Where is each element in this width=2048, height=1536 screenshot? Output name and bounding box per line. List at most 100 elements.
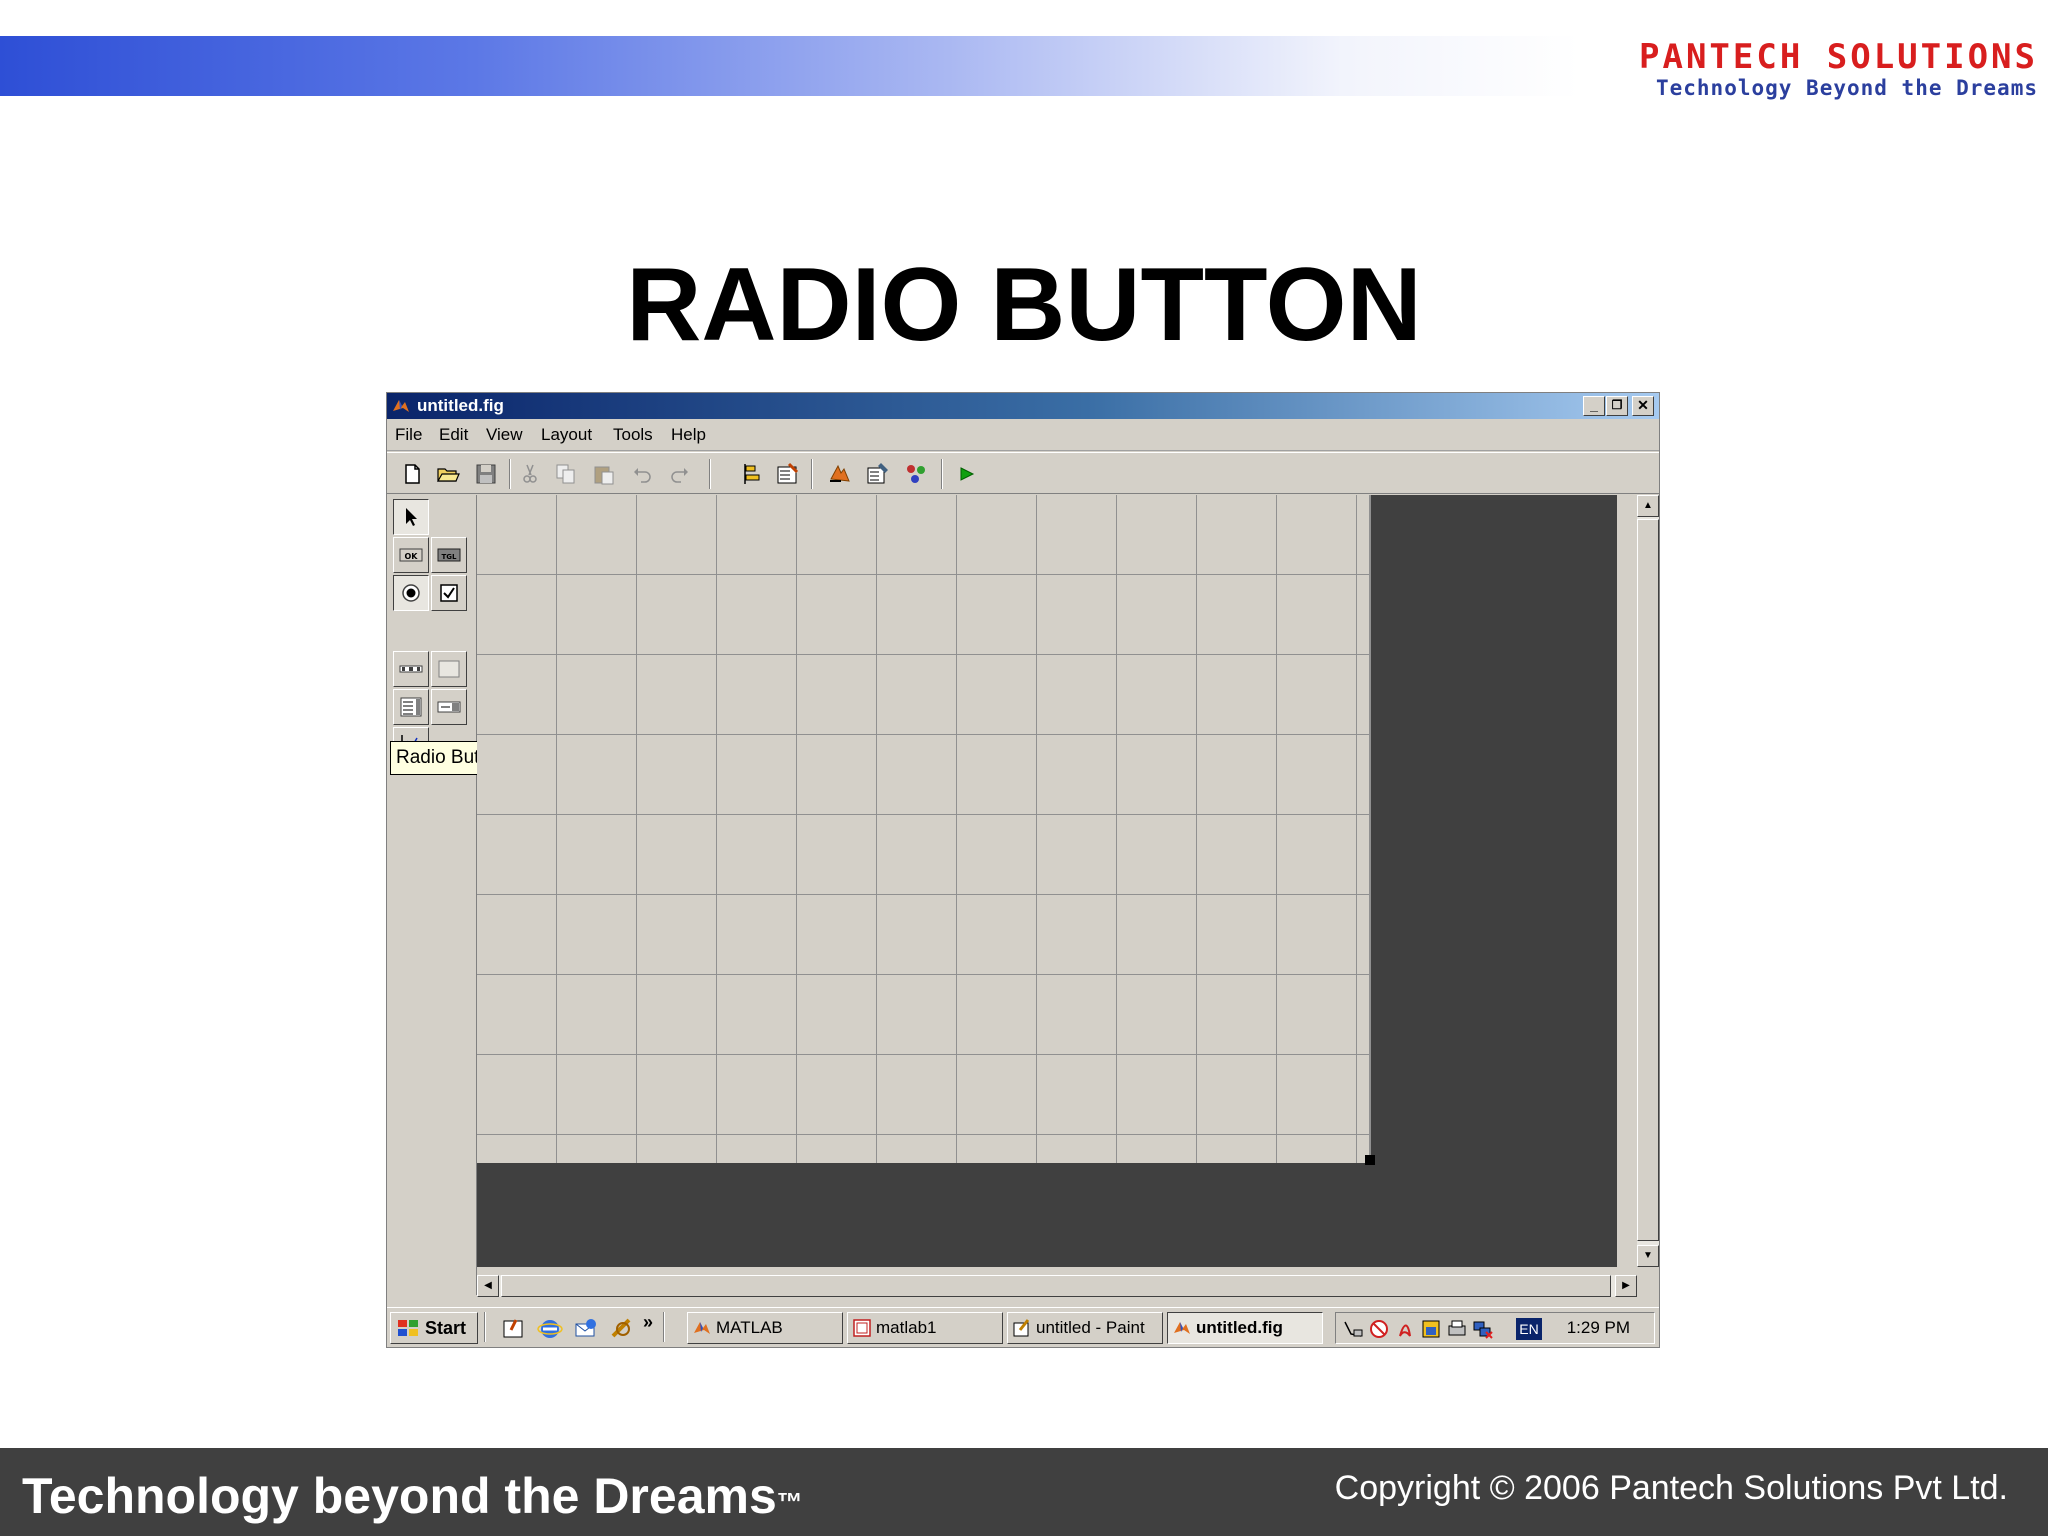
copy-icon[interactable] <box>553 461 579 487</box>
display-tray-icon[interactable] <box>1420 1318 1442 1340</box>
taskbar-separator <box>663 1312 665 1342</box>
footer-tagline-text: Technology beyond the Dreams <box>22 1468 777 1524</box>
footer-copyright: Copyright © 2006 Pantech Solutions Pvt L… <box>1334 1469 2008 1507</box>
redo-icon[interactable] <box>667 461 693 487</box>
scroll-up-icon[interactable]: ▲ <box>1637 495 1659 517</box>
listbox-tool[interactable] <box>393 689 429 725</box>
matlab-icon <box>393 400 409 412</box>
toolbar <box>387 452 1659 494</box>
popup-menu-tool[interactable] <box>431 689 467 725</box>
select-tool[interactable] <box>393 499 429 535</box>
new-file-icon[interactable] <box>399 461 425 487</box>
checkbox-tool[interactable] <box>431 575 467 611</box>
task-matlab1[interactable]: matlab1 <box>847 1312 1003 1344</box>
radio-button-icon <box>402 584 420 602</box>
scroll-down-icon[interactable]: ▼ <box>1637 1245 1659 1267</box>
ok-label: OK <box>405 552 419 561</box>
company-logo: PANTECH SOLUTIONS Technology Beyond the … <box>1558 38 2038 104</box>
start-button[interactable]: Start <box>390 1312 478 1344</box>
acrobat-tray-icon[interactable] <box>1394 1318 1416 1340</box>
frame-tool[interactable] <box>431 651 467 687</box>
toggle-button-tool[interactable]: TGL <box>431 537 467 573</box>
start-label: Start <box>425 1318 467 1338</box>
slider-icon <box>399 665 423 673</box>
horizontal-scrollbar[interactable]: ◀ ▶ <box>477 1275 1637 1297</box>
slide: PANTECH SOLUTIONS Technology Beyond the … <box>0 0 2048 1536</box>
toolbar-separator <box>811 459 813 489</box>
menu-edit[interactable]: Edit <box>439 425 468 445</box>
paste-icon[interactable] <box>591 461 617 487</box>
logo-tagline: Technology Beyond the Dreams <box>1655 76 2038 100</box>
matlab-icon <box>694 1322 710 1334</box>
task-paint[interactable]: untitled - Paint <box>1007 1312 1163 1344</box>
menu-help[interactable]: Help <box>671 425 706 445</box>
logo-name: PANTECH SOLUTIONS <box>1639 37 2038 77</box>
push-button-icon: OK <box>399 548 423 562</box>
align-objects-icon[interactable] <box>739 461 765 487</box>
show-desktop-icon[interactable] <box>501 1316 527 1342</box>
tgl-label: TGL <box>442 553 458 561</box>
menu-editor-icon[interactable] <box>775 461 801 487</box>
task-label: untitled.fig <box>1196 1318 1283 1337</box>
task-label: MATLAB <box>716 1318 783 1337</box>
minimize-button[interactable]: _ <box>1583 396 1605 416</box>
clock[interactable]: 1:29 PM <box>1567 1313 1630 1343</box>
footer-tagline: Technology beyond the Dreams™ <box>22 1466 803 1526</box>
task-matlab[interactable]: MATLAB <box>687 1312 843 1344</box>
task-untitled-fig[interactable]: untitled.fig <box>1167 1312 1323 1344</box>
menubar: File Edit View Layout Tools Help <box>387 419 1659 451</box>
object-browser-icon[interactable] <box>903 461 929 487</box>
task-label: matlab1 <box>876 1318 937 1337</box>
network-tray-icon[interactable] <box>1342 1318 1364 1340</box>
internet-explorer-icon[interactable] <box>537 1316 563 1342</box>
m-file-editor-icon[interactable] <box>827 461 853 487</box>
layout-grid[interactable] <box>477 495 1371 1163</box>
toolbar-separator <box>709 459 711 489</box>
listbox-icon <box>400 697 422 717</box>
open-folder-icon[interactable] <box>435 461 461 487</box>
vertical-scrollbar[interactable]: ▲ ▼ <box>1637 495 1659 1267</box>
taskbar: Start » MATLAB matlab1 untitled - Paint <box>387 1307 1659 1347</box>
push-button-tool[interactable]: OK <box>393 537 429 573</box>
restore-button[interactable]: ❐ <box>1606 396 1628 416</box>
window-titlebar[interactable]: untitled.fig _ ❐ ✕ <box>387 393 1659 419</box>
frame-icon <box>438 660 460 678</box>
popup-menu-icon <box>437 701 461 713</box>
figure-window-icon <box>853 1319 871 1337</box>
slider-tool[interactable] <box>393 651 429 687</box>
printer-tray-icon[interactable] <box>1446 1318 1468 1340</box>
media-player-icon[interactable] <box>609 1316 635 1342</box>
menu-view[interactable]: View <box>486 425 523 445</box>
property-inspector-icon[interactable] <box>865 461 891 487</box>
cut-icon[interactable] <box>517 461 543 487</box>
toolbar-separator <box>941 459 943 489</box>
layout-area <box>477 495 1617 1267</box>
horizontal-scroll-thumb[interactable] <box>501 1275 1611 1297</box>
vertical-scroll-thumb[interactable] <box>1637 519 1659 1241</box>
quick-launch-overflow[interactable]: » <box>643 1312 653 1333</box>
scroll-right-icon[interactable]: ▶ <box>1615 1275 1637 1297</box>
guide-window: untitled.fig _ ❐ ✕ File Edit View Layout… <box>386 392 1660 1348</box>
window-title: untitled.fig <box>417 396 504 415</box>
undo-icon[interactable] <box>629 461 655 487</box>
close-button[interactable]: ✕ <box>1632 396 1654 416</box>
run-icon[interactable] <box>953 461 979 487</box>
system-tray: EN 1:29 PM <box>1335 1312 1655 1344</box>
outlook-express-icon[interactable] <box>573 1316 599 1342</box>
trademark-symbol: ™ <box>776 1487 803 1517</box>
menu-layout[interactable]: Layout <box>541 425 592 445</box>
save-icon[interactable] <box>473 461 499 487</box>
pointer-icon <box>406 508 417 526</box>
language-indicator[interactable]: EN <box>1516 1318 1542 1340</box>
network-disconnected-icon[interactable] <box>1472 1318 1494 1340</box>
figure-resize-handle[interactable] <box>1365 1155 1375 1165</box>
scroll-left-icon[interactable]: ◀ <box>477 1275 499 1297</box>
toggle-button-icon: TGL <box>437 548 461 562</box>
slide-title: RADIO BUTTON <box>626 247 1422 363</box>
windows-logo-icon <box>398 1320 418 1336</box>
radio-button-tool[interactable] <box>393 575 429 611</box>
menu-tools[interactable]: Tools <box>613 425 653 445</box>
antivirus-tray-icon[interactable] <box>1368 1318 1390 1340</box>
component-palette: OK TGL Radio Button <box>387 495 512 1295</box>
menu-file[interactable]: File <box>395 425 422 445</box>
